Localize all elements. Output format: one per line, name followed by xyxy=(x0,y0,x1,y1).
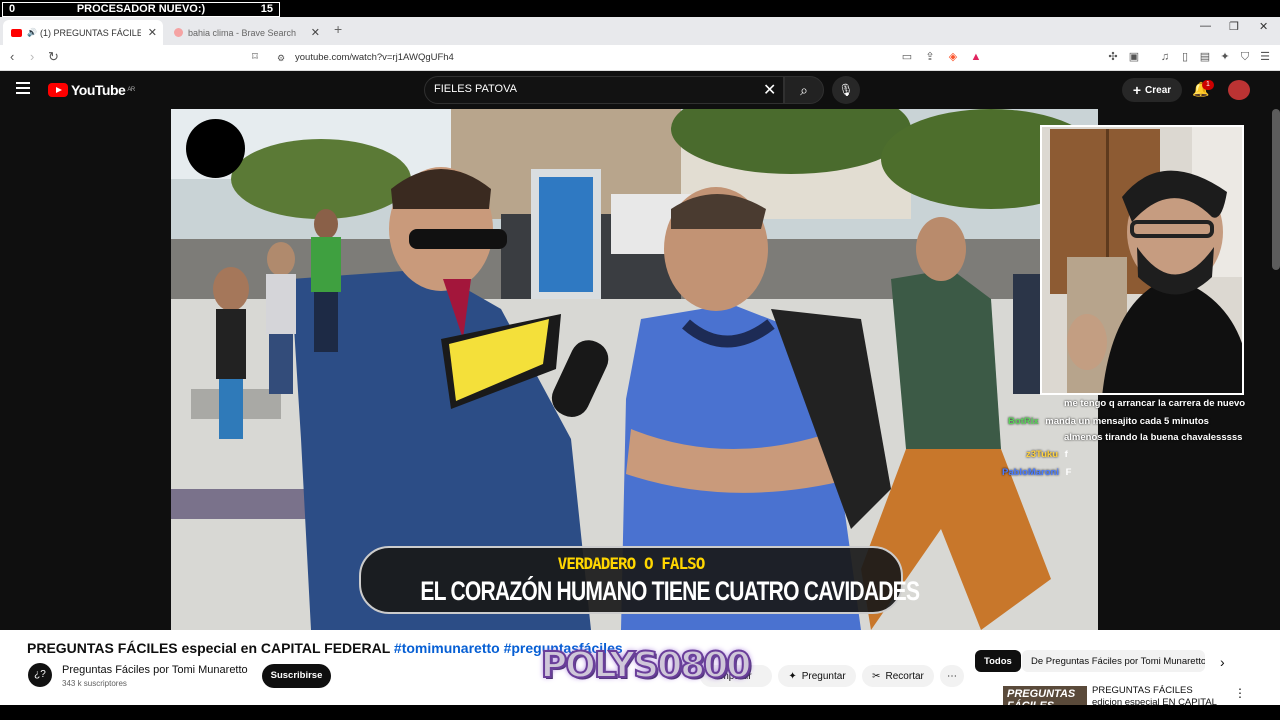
tab-brave-search[interactable]: bahia clima - Brave Search ✕ xyxy=(166,20,326,45)
chat-message: z3Tuku f xyxy=(1026,447,1068,463)
window-close-icon[interactable]: ✕ xyxy=(1259,20,1268,33)
youtube-wordmark: YouTube xyxy=(71,82,126,98)
video-title: PREGUNTAS FÁCILES especial en CAPITAL FE… xyxy=(27,640,623,656)
chat-message: PabloMaroni F xyxy=(1002,465,1071,481)
chat-text: manda un mensajito cada 5 minutos xyxy=(1045,416,1209,427)
youtube-favicon-icon xyxy=(11,28,22,37)
extensions-icon[interactable]: ✣ xyxy=(1106,50,1120,64)
music-icon[interactable]: ♫ xyxy=(1158,50,1172,64)
streamer-logo-overlay: POLYS0800 xyxy=(540,640,753,690)
vpn-icon[interactable]: ⛉ xyxy=(1238,50,1252,64)
region-code: AR xyxy=(127,87,135,93)
brave-shields-icon[interactable]: ◈ xyxy=(946,50,960,64)
close-tab-icon[interactable]: ✕ xyxy=(311,26,320,39)
overlay-right-count: 15 xyxy=(260,3,273,15)
bookmark-icon[interactable]: ⌑ xyxy=(248,50,262,64)
voice-search-button[interactable]: 🎙 xyxy=(832,76,860,104)
wallet2-icon[interactable]: ▤ xyxy=(1198,50,1212,64)
chat-user: z3Tuku xyxy=(1026,449,1059,460)
subscribe-button[interactable]: Suscribirse xyxy=(262,664,331,688)
subscriber-count: 343 k suscriptores xyxy=(62,679,127,688)
close-tab-icon[interactable]: ✕ xyxy=(148,26,157,39)
channel-name[interactable]: Preguntas Fáciles por Tomi Munaretto xyxy=(62,664,248,676)
forward-icon[interactable]: › xyxy=(30,49,34,64)
chat-text: me tengo q arrancar la carrera de nuevo xyxy=(1064,398,1246,409)
search-icon: ⌕ xyxy=(800,82,808,98)
sparkle-icon: ✦ xyxy=(788,670,797,682)
more-vertical-icon[interactable]: ⋮ xyxy=(1234,686,1246,700)
ask-label: Preguntar xyxy=(801,670,846,682)
clear-search-icon[interactable]: ✕ xyxy=(763,80,776,100)
ask-button[interactable]: ✦ Preguntar xyxy=(778,665,856,687)
create-button[interactable]: + Crear xyxy=(1122,78,1182,102)
new-tab-button[interactable]: + xyxy=(334,21,342,37)
overlay-logo-text: POLYS0800 xyxy=(540,644,753,687)
search-button[interactable]: ⌕ xyxy=(784,76,824,104)
wallet-icon[interactable]: ▣ xyxy=(1127,50,1141,64)
streamer-webcam xyxy=(1040,125,1244,395)
overlay-title: PROCESADOR NUEVO:) xyxy=(76,3,206,15)
browser-menu-icon[interactable]: ☰ xyxy=(1258,50,1272,64)
chat-user: BotRix xyxy=(1008,416,1039,427)
more-actions-button[interactable]: ⋯ xyxy=(940,665,964,687)
channel-avatar[interactable]: ¿? xyxy=(28,663,52,687)
notification-badge: 1 xyxy=(1202,80,1214,90)
chip-from-channel[interactable]: De Preguntas Fáciles por Tomi Munaretto xyxy=(1022,650,1205,672)
tab-title: bahia clima - Brave Search xyxy=(188,27,297,38)
reload-icon[interactable]: ↻ xyxy=(48,49,59,65)
scissors-icon: ✂ xyxy=(872,670,881,682)
chat-text: almenos tirando la buena chavalesssss xyxy=(1064,432,1243,443)
brave-search-favicon-icon xyxy=(174,28,183,37)
brave-rewards-icon[interactable]: ▲ xyxy=(969,50,983,64)
minimize-icon[interactable]: — xyxy=(1200,20,1211,32)
chat-text: F xyxy=(1065,467,1072,478)
more-horizontal-icon: ⋯ xyxy=(947,670,957,682)
censor-dot xyxy=(186,119,245,178)
sidebar-icon[interactable]: ▯ xyxy=(1178,50,1192,64)
chat-message: BotRix manda un mensajito cada 5 minutos xyxy=(1008,414,1209,430)
chevron-right-icon[interactable]: › xyxy=(1220,654,1225,670)
cast-icon[interactable]: ▭ xyxy=(900,50,914,64)
chip-all[interactable]: Todos xyxy=(975,650,1021,672)
restore-icon[interactable]: ❐ xyxy=(1229,20,1239,33)
url-text[interactable]: youtube.com/watch?v=rj1AWQgUFh4 xyxy=(295,52,454,63)
page-scrollbar[interactable] xyxy=(1272,109,1280,270)
bottom-black-bar xyxy=(0,705,1280,720)
video-title-text: PREGUNTAS FÁCILES especial en CAPITAL FE… xyxy=(27,640,394,656)
stream-overlay-counter: 0 PROCESADOR NUEVO:) 15 xyxy=(2,2,280,17)
account-avatar[interactable] xyxy=(1228,80,1250,100)
video-caption-banner: VERDADERO O FALSO EL CORAZÓN HUMANO TIEN… xyxy=(359,546,920,614)
site-settings-icon[interactable]: ⚙ xyxy=(274,51,288,65)
create-label: Crear xyxy=(1145,84,1172,96)
chat-user: PabloMaroni xyxy=(1002,467,1060,478)
audio-icon[interactable]: 🔊 xyxy=(27,28,37,37)
youtube-play-icon xyxy=(48,83,68,97)
chat-text: f xyxy=(1064,449,1068,460)
browser-tab-strip: 🔊 (1) PREGUNTAS FÁCILES espe ✕ bahia cli… xyxy=(0,17,1280,45)
tab-title: (1) PREGUNTAS FÁCILES espe xyxy=(39,27,141,38)
guide-menu-icon[interactable] xyxy=(16,82,30,94)
back-icon[interactable]: ‹ xyxy=(10,49,14,64)
webcam-frame xyxy=(1042,127,1242,393)
share-icon[interactable]: ⇪ xyxy=(923,50,937,64)
caption-small: VERDADERO O FALSO xyxy=(557,554,706,573)
plus-icon: + xyxy=(1132,82,1142,98)
clip-label: Recortar xyxy=(885,670,924,682)
youtube-logo[interactable]: YouTube AR xyxy=(48,82,135,98)
microphone-icon: 🎙 xyxy=(838,83,854,97)
search-query[interactable]: FIELES PATOVA xyxy=(434,83,517,95)
chat-message: me tengo q arrancar la carrera de nuevo xyxy=(1064,396,1245,412)
chat-message: almenos tirando la buena chavalesssss xyxy=(1064,430,1242,446)
caption-large: EL CORAZÓN HUMANO TIENE CUATRO CAVIDADES xyxy=(420,576,920,606)
player-left-margin xyxy=(0,109,171,630)
clip-button[interactable]: ✂ Recortar xyxy=(862,665,934,687)
tab-youtube[interactable]: 🔊 (1) PREGUNTAS FÁCILES espe ✕ xyxy=(3,20,163,45)
leo-ai-icon[interactable]: ✦ xyxy=(1218,50,1232,64)
